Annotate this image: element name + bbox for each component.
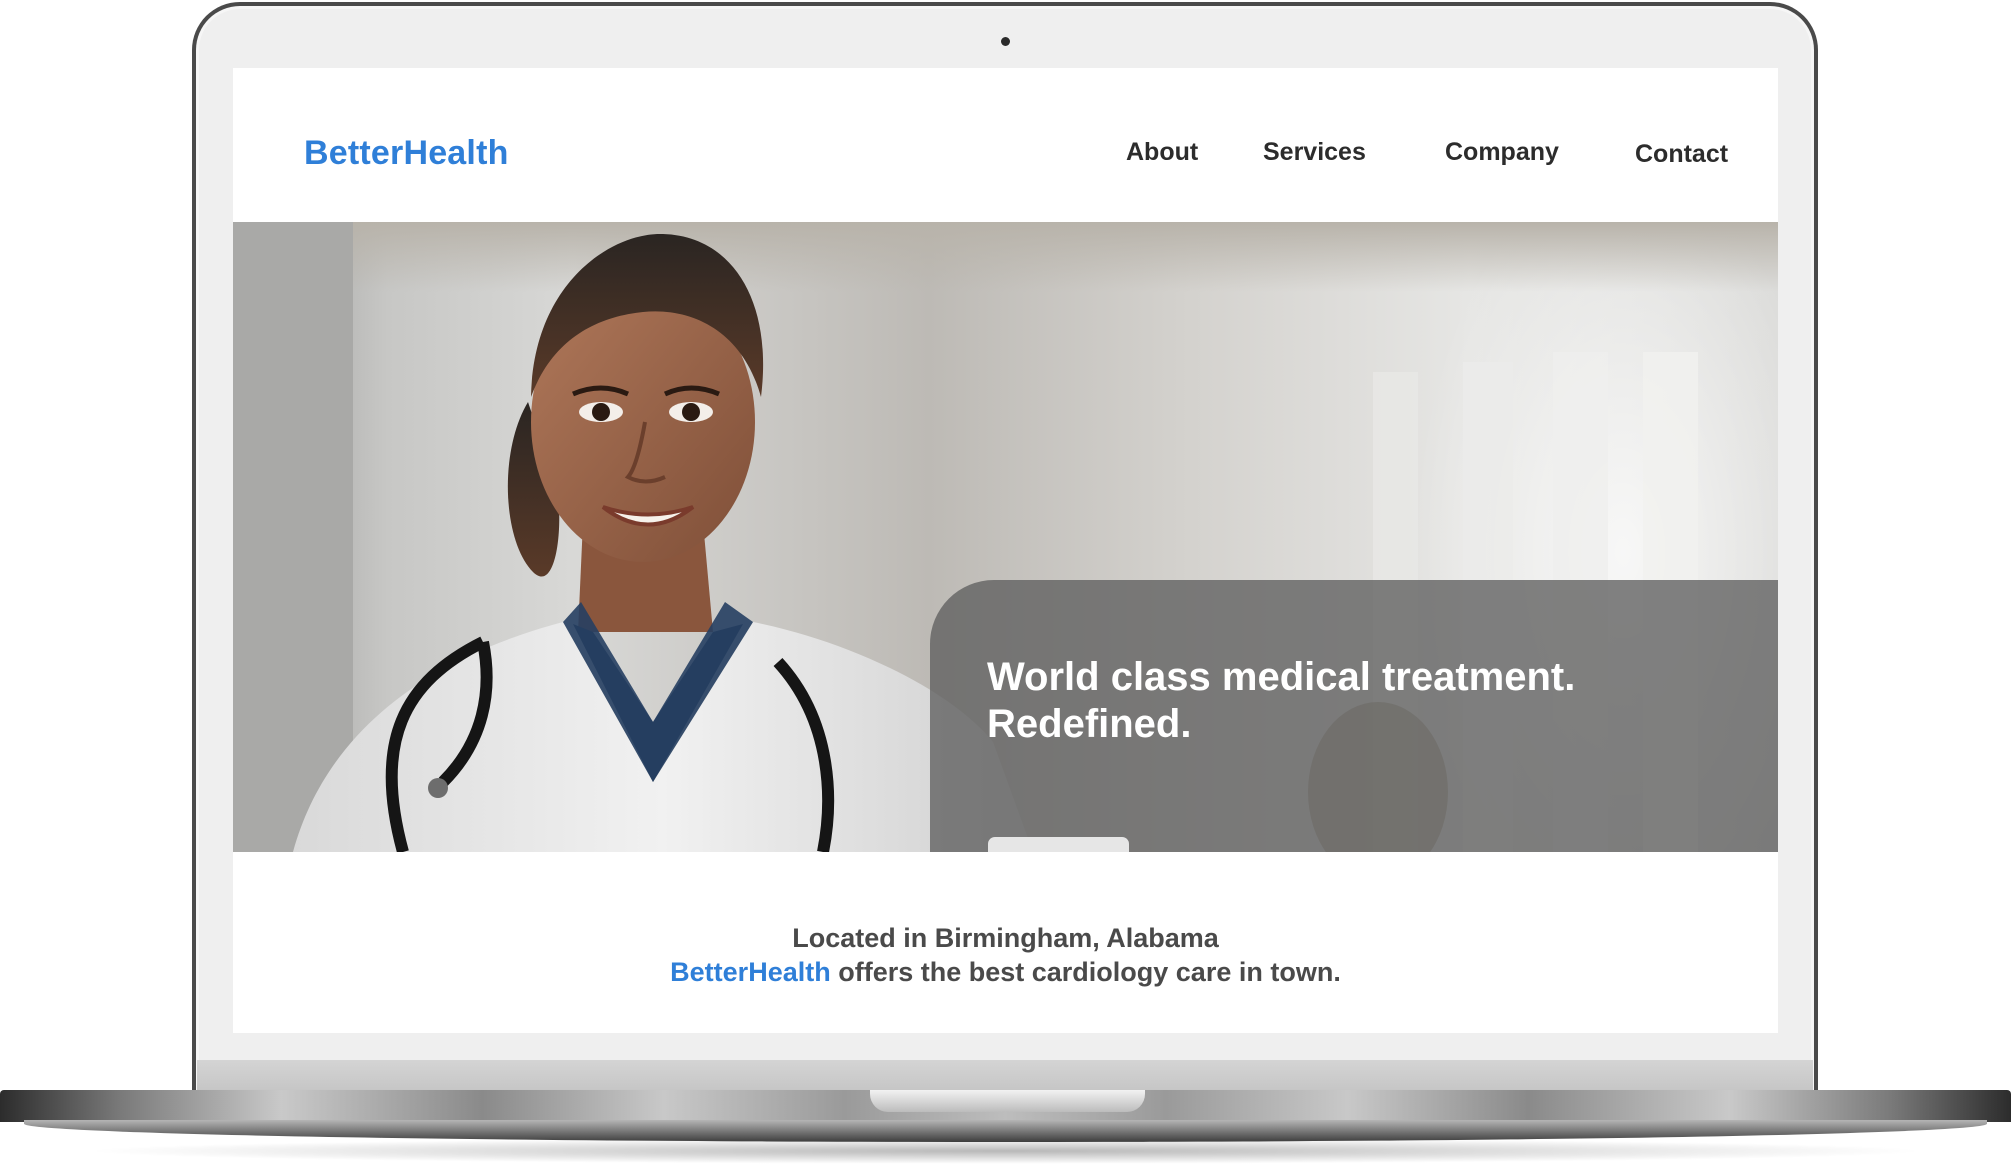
tagline-brand: BetterHealth bbox=[670, 957, 831, 987]
camera-icon bbox=[1001, 37, 1010, 46]
tagline-line-1: Located in Birmingham, Alabama bbox=[792, 923, 1219, 953]
navbar: BetterHealth About Services Company Cont… bbox=[233, 68, 1778, 224]
tagline-text: offers the best cardiology care in town. bbox=[830, 957, 1341, 987]
nav-item-contact[interactable]: Contact bbox=[1635, 140, 1728, 169]
logo[interactable]: BetterHealth bbox=[304, 134, 509, 173]
laptop-mockup: BetterHealth About Services Company Cont… bbox=[0, 0, 2011, 1171]
nav-item-services[interactable]: Services bbox=[1263, 138, 1366, 167]
hero-section: World class medical treatment. Redefined… bbox=[233, 222, 1778, 852]
nav-item-about[interactable]: About bbox=[1126, 138, 1198, 167]
browser-viewport: BetterHealth About Services Company Cont… bbox=[233, 68, 1778, 1033]
nav-item-company[interactable]: Company bbox=[1445, 138, 1559, 167]
tagline-line-2: BetterHealth offers the best cardiology … bbox=[233, 955, 1778, 989]
laptop-notch bbox=[870, 1090, 1145, 1112]
explore-button[interactable]: Explore bbox=[988, 837, 1129, 852]
tagline: Located in Birmingham, Alabama BetterHea… bbox=[233, 921, 1778, 989]
laptop-base-foot bbox=[24, 1120, 1987, 1142]
hero-title: World class medical treatment. Redefined… bbox=[987, 655, 1576, 746]
